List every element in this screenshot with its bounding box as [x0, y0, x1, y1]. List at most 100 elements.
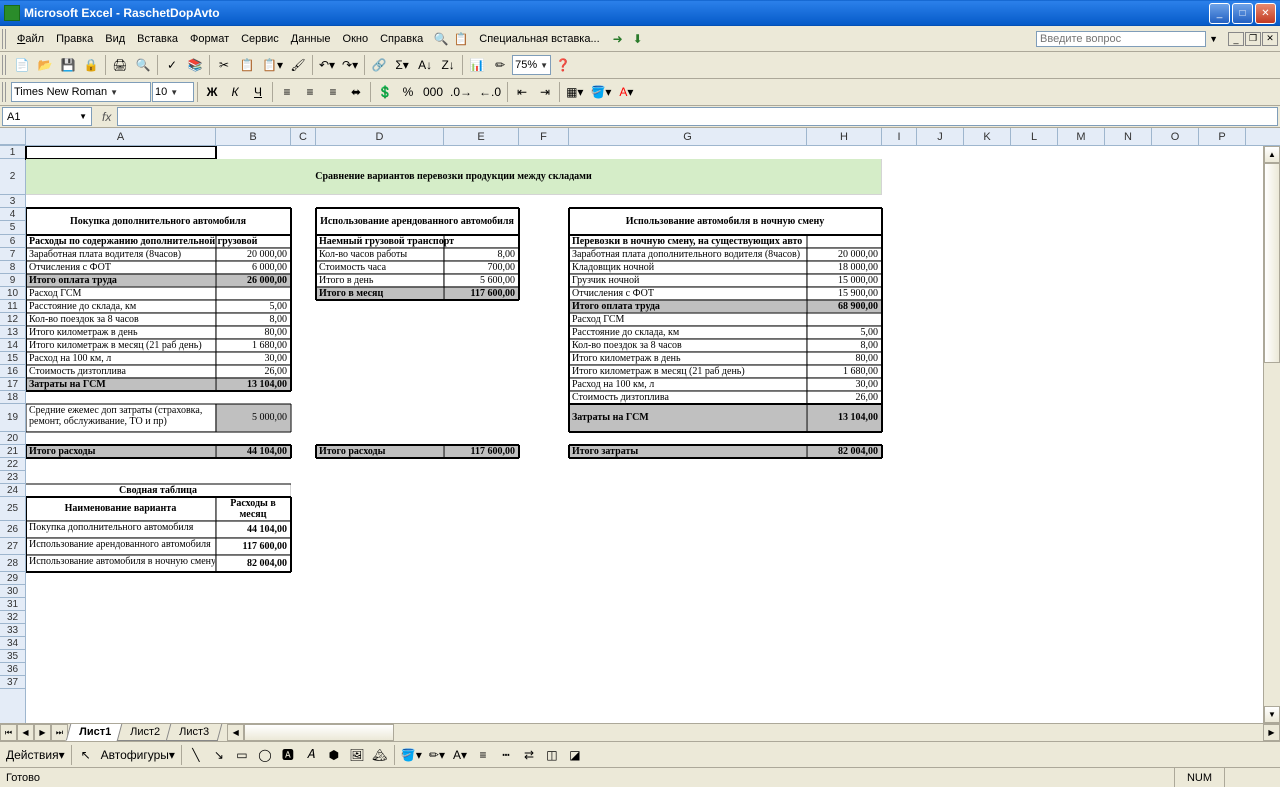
- s1-val-14[interactable]: 1 680,00: [216, 339, 291, 352]
- row-header-17[interactable]: 17: [0, 378, 25, 391]
- row-header-23[interactable]: 23: [0, 471, 25, 484]
- clipart-button[interactable]: 🖼: [346, 744, 368, 766]
- title-banner[interactable]: Сравнение вариантов перевозки продукции …: [26, 159, 882, 195]
- s1-label-16[interactable]: Стоимость дизтоплива: [26, 365, 216, 378]
- menu-insert[interactable]: Вставка: [131, 30, 184, 48]
- decrease-decimal-button[interactable]: ←.0: [476, 81, 504, 103]
- undo-button[interactable]: ↶▾: [316, 54, 338, 76]
- row-header-24[interactable]: 24: [0, 484, 25, 497]
- menu-file[interactable]: Файл: [11, 30, 50, 48]
- s3-val-12[interactable]: [807, 313, 882, 326]
- copy-button[interactable]: 📋: [236, 54, 258, 76]
- toolbar-grip-2[interactable]: [2, 82, 8, 102]
- merge-center-button[interactable]: ⬌: [345, 81, 367, 103]
- s1-total-val[interactable]: 44 104,00: [216, 445, 291, 458]
- s1-val-13[interactable]: 80,00: [216, 326, 291, 339]
- row-header-9[interactable]: 9: [0, 274, 25, 287]
- s1-val-11[interactable]: 5,00: [216, 300, 291, 313]
- align-center-button[interactable]: ≡: [299, 81, 321, 103]
- font-color-draw-button[interactable]: A▾: [449, 744, 471, 766]
- spelling-button[interactable]: ✓: [161, 54, 183, 76]
- row-header-16[interactable]: 16: [0, 365, 25, 378]
- scroll-up-button[interactable]: ▲: [1264, 146, 1280, 163]
- menu-format[interactable]: Формат: [184, 30, 235, 48]
- zoom-combo[interactable]: 75%▼: [512, 55, 551, 75]
- s3-label-9[interactable]: Грузчик ночной: [569, 274, 807, 287]
- percent-button[interactable]: %: [397, 81, 419, 103]
- row-header-25[interactable]: 25: [0, 497, 25, 521]
- row-header-36[interactable]: 36: [0, 663, 25, 676]
- s3-label-8[interactable]: Кладовщик ночной: [569, 261, 807, 274]
- cut-button[interactable]: ✂: [213, 54, 235, 76]
- save-button[interactable]: 💾: [57, 54, 79, 76]
- s1-label-9[interactable]: Итого оплата труда: [26, 274, 216, 287]
- row-header-18[interactable]: 18: [0, 391, 25, 404]
- col-header-D[interactable]: D: [316, 128, 444, 145]
- align-left-button[interactable]: ≡: [276, 81, 298, 103]
- print-button[interactable]: 🖨: [109, 54, 131, 76]
- textbox-button[interactable]: 🅰: [277, 744, 299, 766]
- sheet-tab-1[interactable]: Лист1: [66, 724, 125, 741]
- s2-label-8[interactable]: Стоимость часа: [316, 261, 444, 274]
- row-header-15[interactable]: 15: [0, 352, 25, 365]
- row-header-11[interactable]: 11: [0, 300, 25, 313]
- 3d-button[interactable]: ◪: [564, 744, 586, 766]
- s3-val-16[interactable]: 1 680,00: [807, 365, 882, 378]
- tab-next-button[interactable]: ▶: [34, 724, 51, 741]
- oval-button[interactable]: ◯: [254, 744, 276, 766]
- picture-button[interactable]: 🏔: [369, 744, 391, 766]
- s3-gsm-val[interactable]: 13 104,00: [807, 404, 882, 432]
- summary-name-27[interactable]: Использование арендованного автомобиля: [26, 538, 216, 555]
- fill-color-draw-button[interactable]: 🪣▾: [398, 744, 425, 766]
- s3-val-8[interactable]: 18 000,00: [807, 261, 882, 274]
- minimize-button[interactable]: _: [1209, 3, 1230, 24]
- s2-val-9[interactable]: 5 600,00: [444, 274, 519, 287]
- format-painter-button[interactable]: 🖌: [287, 54, 309, 76]
- horizontal-scrollbar[interactable]: ◀ ▶: [227, 724, 1280, 741]
- row-header-2[interactable]: 2: [0, 159, 25, 195]
- autoshapes-button[interactable]: Автофигуры ▾: [98, 744, 178, 766]
- dash-style-button[interactable]: ┅: [495, 744, 517, 766]
- align-right-button[interactable]: ≡: [322, 81, 344, 103]
- row-header-30[interactable]: 30: [0, 585, 25, 598]
- summary-val-27[interactable]: 117 600,00: [216, 538, 291, 555]
- help-button[interactable]: ❓: [552, 54, 574, 76]
- row-header-10[interactable]: 10: [0, 287, 25, 300]
- col-header-P[interactable]: P: [1199, 128, 1246, 145]
- doc-close-button[interactable]: ✕: [1262, 32, 1278, 46]
- redo-button[interactable]: ↷▾: [339, 54, 361, 76]
- formula-input[interactable]: [117, 107, 1278, 126]
- arrow-style-button[interactable]: ⇄: [518, 744, 540, 766]
- s2-total-val[interactable]: 117 600,00: [444, 445, 519, 458]
- s3-label-12[interactable]: Расход ГСМ: [569, 313, 807, 326]
- s1-val-7[interactable]: 20 000,00: [216, 248, 291, 261]
- s1-extra-label[interactable]: Средние ежемес доп затраты (страховка, р…: [26, 404, 216, 432]
- rectangle-button[interactable]: ▭: [231, 744, 253, 766]
- col-header-A[interactable]: A: [26, 128, 216, 145]
- s2-label-10[interactable]: Итого в месяц: [316, 287, 444, 300]
- s1-val-8[interactable]: 6 000,00: [216, 261, 291, 274]
- fontsize-combo[interactable]: 10▼: [152, 82, 194, 102]
- s3-label-10[interactable]: Отчисления с ФОТ: [569, 287, 807, 300]
- arrow-button[interactable]: ↘: [208, 744, 230, 766]
- scroll-right-button[interactable]: ▶: [1263, 724, 1280, 741]
- row-header-31[interactable]: 31: [0, 598, 25, 611]
- toolbar-grip[interactable]: [2, 55, 8, 75]
- s1-val-10[interactable]: [216, 287, 291, 300]
- font-color-button[interactable]: A▾: [615, 81, 637, 103]
- name-box[interactable]: A1▼: [2, 107, 92, 126]
- draw-actions-button[interactable]: Действия ▾: [3, 744, 68, 766]
- currency-button[interactable]: 💲: [374, 81, 396, 103]
- row-header-8[interactable]: 8: [0, 261, 25, 274]
- scroll-down-button[interactable]: ▼: [1264, 706, 1280, 723]
- s1-val-9[interactable]: 26 000,00: [216, 274, 291, 287]
- s1-extra-val[interactable]: 5 000,00: [216, 404, 291, 432]
- col-header-G[interactable]: G: [569, 128, 807, 145]
- row-header-21[interactable]: 21: [0, 445, 25, 458]
- arrow-right-icon[interactable]: ➜: [610, 31, 626, 47]
- scroll-thumb-h[interactable]: [244, 724, 394, 741]
- new-button[interactable]: 📄: [11, 54, 33, 76]
- col-header-C[interactable]: C: [291, 128, 316, 145]
- s3-val-13[interactable]: 5,00: [807, 326, 882, 339]
- section1-header[interactable]: Покупка дополнительного автомобиля: [26, 208, 291, 235]
